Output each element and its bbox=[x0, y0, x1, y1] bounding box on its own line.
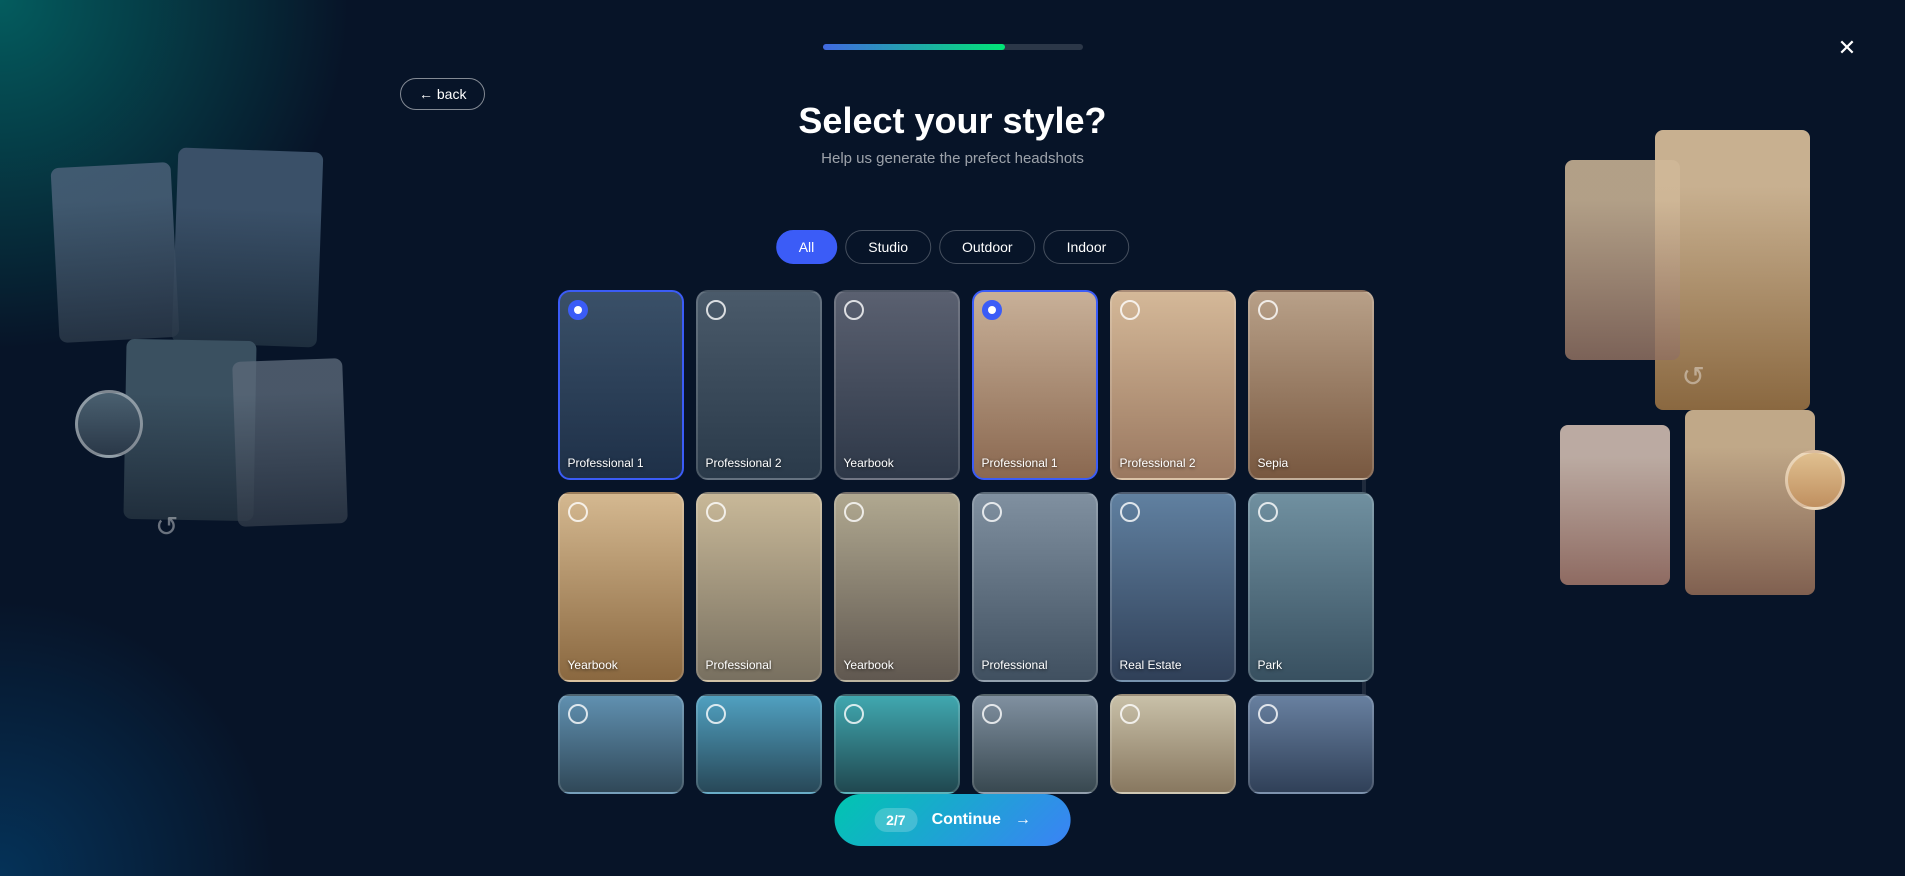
progress-bar-fill bbox=[823, 44, 1005, 50]
radio-row3-5 bbox=[1120, 704, 1140, 724]
style-card-row3-6[interactable] bbox=[1248, 694, 1374, 794]
style-card-professional-4[interactable]: Professional bbox=[972, 492, 1098, 682]
close-button[interactable]: ✕ bbox=[1829, 30, 1865, 66]
continue-label: Continue bbox=[932, 811, 1001, 829]
filter-tab-indoor[interactable]: Indoor bbox=[1044, 230, 1130, 264]
step-badge: 2/7 bbox=[874, 808, 917, 832]
card-label-professional-1-male: Professional 1 bbox=[568, 456, 644, 470]
left-photo-2 bbox=[51, 162, 180, 343]
radio-professional-2-female bbox=[1120, 300, 1140, 320]
radio-sepia bbox=[1258, 300, 1278, 320]
radio-professional-1-female bbox=[982, 300, 1002, 320]
style-card-row3-5[interactable] bbox=[1110, 694, 1236, 794]
radio-professional-2-male bbox=[706, 300, 726, 320]
continue-btn-area: 2/7 Continue → bbox=[834, 794, 1071, 846]
card-label-professional-2-male: Professional 2 bbox=[706, 456, 782, 470]
bg-teal-gradient bbox=[0, 0, 380, 380]
filter-tabs: All Studio Outdoor Indoor bbox=[776, 230, 1130, 264]
card-label-park: Park bbox=[1258, 658, 1283, 672]
radio-professional-1-male bbox=[568, 300, 588, 320]
style-grid-row-3 bbox=[558, 694, 1348, 794]
style-card-professional-1-male[interactable]: Professional 1 bbox=[558, 290, 684, 480]
style-card-real-estate[interactable]: Real Estate bbox=[1110, 492, 1236, 682]
card-label-professional-1-female: Professional 1 bbox=[982, 456, 1058, 470]
style-card-row3-1[interactable] bbox=[558, 694, 684, 794]
right-photo-2 bbox=[1565, 160, 1680, 360]
style-grid: Professional 1 Professional 2 Yearbook P… bbox=[558, 290, 1348, 794]
left-photo-3 bbox=[123, 339, 256, 521]
style-card-professional-1-female[interactable]: Professional 1 bbox=[972, 290, 1098, 480]
filter-tab-outdoor[interactable]: Outdoor bbox=[939, 230, 1036, 264]
card-label-professional-2-female: Professional 2 bbox=[1120, 456, 1196, 470]
bg-blue-gradient bbox=[0, 576, 300, 876]
radio-yearbook-male bbox=[844, 300, 864, 320]
avatar-circle-right bbox=[1785, 450, 1845, 510]
title-area: Select your style? Help us generate the … bbox=[653, 100, 1253, 167]
right-photo-4 bbox=[1560, 425, 1670, 585]
style-card-professional-2-male[interactable]: Professional 2 bbox=[696, 290, 822, 480]
right-photo-1 bbox=[1655, 130, 1810, 410]
radio-yearbook-2 bbox=[568, 502, 588, 522]
card-label-yearbook-male: Yearbook bbox=[844, 456, 894, 470]
card-label-professional-3: Professional bbox=[706, 658, 772, 672]
radio-real-estate bbox=[1120, 502, 1140, 522]
radio-professional-3 bbox=[706, 502, 726, 522]
style-card-yearbook-3[interactable]: Yearbook bbox=[834, 492, 960, 682]
radio-row3-1 bbox=[568, 704, 588, 724]
page-subtitle: Help us generate the prefect headshots bbox=[653, 150, 1253, 167]
filter-tab-all[interactable]: All bbox=[776, 230, 838, 264]
style-card-row3-2[interactable] bbox=[696, 694, 822, 794]
style-grid-row-1: Professional 1 Professional 2 Yearbook P… bbox=[558, 290, 1348, 480]
card-label-yearbook-2: Yearbook bbox=[568, 658, 618, 672]
radio-row3-6 bbox=[1258, 704, 1278, 724]
radio-row3-4 bbox=[982, 704, 1002, 724]
style-card-row3-4[interactable] bbox=[972, 694, 1098, 794]
page-title: Select your style? bbox=[653, 100, 1253, 142]
left-photo-1 bbox=[172, 148, 324, 348]
card-label-professional-4: Professional bbox=[982, 658, 1048, 672]
style-card-professional-2-female[interactable]: Professional 2 bbox=[1110, 290, 1236, 480]
style-card-park[interactable]: Park bbox=[1248, 492, 1374, 682]
left-photo-4 bbox=[232, 358, 348, 527]
progress-bar-container bbox=[823, 44, 1083, 50]
radio-row3-3 bbox=[844, 704, 864, 724]
card-label-real-estate: Real Estate bbox=[1120, 658, 1182, 672]
avatar-circle-left bbox=[75, 390, 143, 458]
style-card-yearbook-male[interactable]: Yearbook bbox=[834, 290, 960, 480]
arrow-decor-right-1: ↺ bbox=[1682, 360, 1705, 393]
arrow-decor-left-2: ↺ bbox=[155, 510, 178, 543]
style-card-sepia[interactable]: Sepia bbox=[1248, 290, 1374, 480]
radio-park bbox=[1258, 502, 1278, 522]
card-label-sepia: Sepia bbox=[1258, 456, 1289, 470]
continue-button[interactable]: 2/7 Continue → bbox=[834, 794, 1071, 846]
continue-arrow: → bbox=[1015, 811, 1031, 829]
card-label-yearbook-3: Yearbook bbox=[844, 658, 894, 672]
style-card-professional-3[interactable]: Professional bbox=[696, 492, 822, 682]
style-card-yearbook-2[interactable]: Yearbook bbox=[558, 492, 684, 682]
radio-professional-4 bbox=[982, 502, 1002, 522]
style-grid-row-2: Yearbook Professional Yearbook Professio… bbox=[558, 492, 1348, 682]
style-card-row3-3[interactable] bbox=[834, 694, 960, 794]
right-photo-stack bbox=[1555, 130, 1865, 650]
radio-yearbook-3 bbox=[844, 502, 864, 522]
back-button[interactable]: ← back bbox=[400, 78, 485, 110]
filter-tab-studio[interactable]: Studio bbox=[845, 230, 931, 264]
radio-row3-2 bbox=[706, 704, 726, 724]
